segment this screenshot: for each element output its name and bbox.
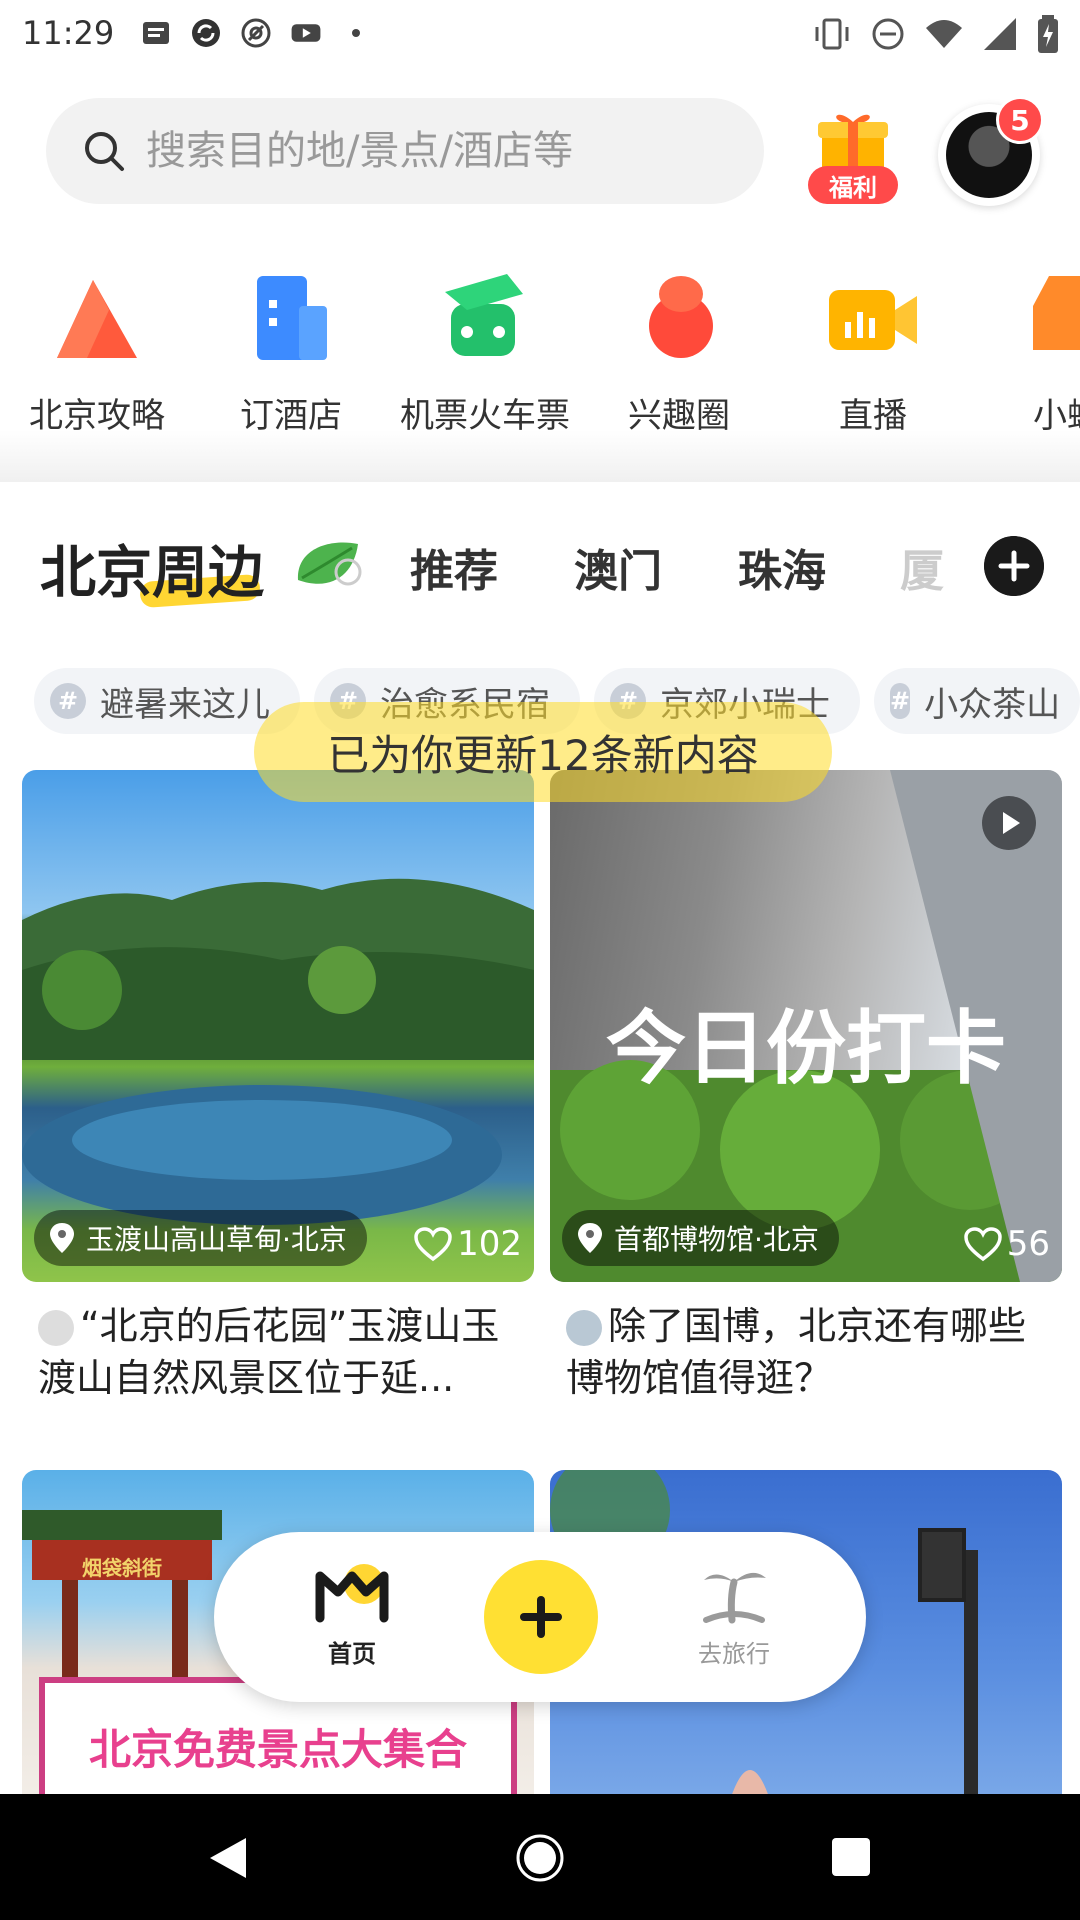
chip-label: 避暑来这儿	[100, 684, 270, 725]
gate-sign: 烟袋斜街	[82, 1556, 162, 1580]
quick-nav-tickets[interactable]: 机票火车票	[388, 270, 582, 480]
tab-zhuhai[interactable]: 珠海	[738, 535, 826, 599]
hashtag-icon: #	[50, 683, 86, 719]
mountain-icon	[57, 280, 137, 358]
home-icon[interactable]	[516, 1834, 564, 1882]
bottom-nav: 首页 去旅行	[214, 1532, 866, 1702]
feed-card[interactable]: 今日份打卡 首都博物馆·北京 56 除了国博，北京还有哪些博物馆值得逛？	[550, 770, 1062, 1400]
system-nav-bar	[0, 1794, 1080, 1920]
play-icon[interactable]	[982, 796, 1036, 850]
hotel-icon	[257, 276, 327, 360]
nav-travel-label: 去旅行	[698, 1640, 770, 1668]
plane-train-icon	[445, 274, 523, 356]
refresh-toast: 已为你更新12条新内容	[254, 702, 832, 802]
hashtag-icon: #	[890, 683, 911, 719]
welfare-button[interactable]: 福利	[808, 108, 898, 204]
quick-nav-interest[interactable]: 兴趣圈	[582, 270, 776, 480]
quick-nav-bee[interactable]: 小蜂	[970, 270, 1080, 480]
quick-nav-label: 小蜂	[1033, 396, 1080, 436]
hashtag-chip[interactable]: # 避暑来这儿	[34, 668, 300, 734]
nav-travel[interactable]: 去旅行	[684, 1562, 784, 1669]
status-right-icons	[812, 14, 1060, 54]
quick-nav-label: 机票火车票	[400, 396, 570, 436]
chip-label: 小众茶山	[924, 684, 1061, 725]
interest-circle-icon	[649, 276, 713, 358]
dot-icon	[352, 29, 361, 37]
plus-icon	[520, 1596, 562, 1638]
feed-card[interactable]: 玉渡山高山草甸·北京 102 “北京的后花园”玉渡山玉渡山自然风景区位于延...	[22, 770, 534, 1400]
card-image: 今日份打卡 首都博物馆·北京 56	[550, 770, 1062, 1282]
quick-nav-live[interactable]: 直播	[776, 270, 970, 480]
like-count: 56	[1006, 1224, 1050, 1264]
vibrate-icon	[815, 18, 849, 50]
location-pill[interactable]: 首都博物馆·北京	[562, 1210, 839, 1266]
tab-beijing-nearby[interactable]: 北京周边	[40, 528, 264, 609]
landscape-illustration	[22, 878, 534, 1225]
notification-badge: 5	[996, 96, 1044, 144]
like-button[interactable]: 56	[963, 1224, 1050, 1264]
overlay-caption: 今日份打卡	[606, 1002, 1006, 1095]
live-icon	[829, 290, 917, 350]
dnd-icon	[872, 18, 904, 50]
home-m-icon	[315, 1564, 389, 1623]
quick-nav: 北京攻略 订酒店 机票火车票 兴趣圈 直播 小蜂	[0, 270, 1080, 480]
location-pin-icon	[578, 1223, 602, 1253]
welfare-label: 福利	[808, 166, 898, 204]
location-pill[interactable]: 玉渡山高山草甸·北京	[34, 1210, 367, 1266]
quick-nav-label: 北京攻略	[29, 396, 165, 436]
nav-home[interactable]: 首页	[302, 1562, 402, 1669]
location-pin-icon	[50, 1223, 74, 1253]
tab-xiamen[interactable]: 厦	[900, 535, 944, 599]
heart-icon	[963, 1227, 1002, 1262]
status-time: 11:29	[22, 14, 115, 52]
hashtag-chip[interactable]: # 小众茶山	[874, 668, 1080, 734]
add-channel-icon[interactable]	[984, 536, 1044, 596]
location-label: 玉渡山高山草甸·北京	[86, 1223, 347, 1256]
tab-macau[interactable]: 澳门	[574, 535, 662, 599]
tab-recommend[interactable]: 推荐	[410, 535, 498, 599]
quick-nav-label: 兴趣圈	[628, 396, 730, 436]
user-avatar-button[interactable]: 5	[938, 96, 1044, 206]
bee-icon	[1033, 276, 1080, 350]
search-icon	[85, 132, 124, 171]
like-button[interactable]: 102	[413, 1224, 522, 1264]
post-button[interactable]	[484, 1560, 598, 1674]
card-title: 除了国博，北京还有哪些博物馆值得逛？	[566, 1304, 1027, 1400]
nav-home-label: 首页	[328, 1640, 376, 1668]
leaf-icon	[297, 542, 362, 586]
quick-nav-label: 直播	[839, 396, 907, 436]
search-input[interactable]	[146, 128, 706, 174]
card-image: 玉渡山高山草甸·北京 102	[22, 770, 534, 1282]
search-bar[interactable]	[46, 98, 764, 204]
quick-nav-label: 订酒店	[240, 396, 342, 436]
notes-icon	[143, 22, 170, 44]
location-label: 首都博物馆·北京	[614, 1223, 819, 1256]
like-count: 102	[457, 1224, 522, 1264]
sync-app-icon	[192, 19, 221, 47]
battery-icon	[1038, 15, 1058, 53]
heart-icon	[414, 1227, 452, 1262]
status-bar: 11:29	[0, 0, 1080, 66]
quick-nav-hotel[interactable]: 订酒店	[194, 270, 388, 480]
recents-icon[interactable]	[830, 1836, 872, 1878]
palm-tree-icon	[703, 1572, 766, 1624]
quick-nav-guide[interactable]: 北京攻略	[0, 270, 194, 480]
overlay-caption: 北京免费景点大集合	[88, 1725, 467, 1774]
card-title: “北京的后花园”玉渡山玉渡山自然风景区位于延...	[38, 1304, 500, 1400]
at-sign-icon	[241, 18, 271, 48]
youtube-icon	[291, 24, 321, 42]
back-icon[interactable]	[206, 1834, 250, 1882]
wifi-icon	[926, 20, 962, 48]
signal-icon	[984, 18, 1016, 50]
